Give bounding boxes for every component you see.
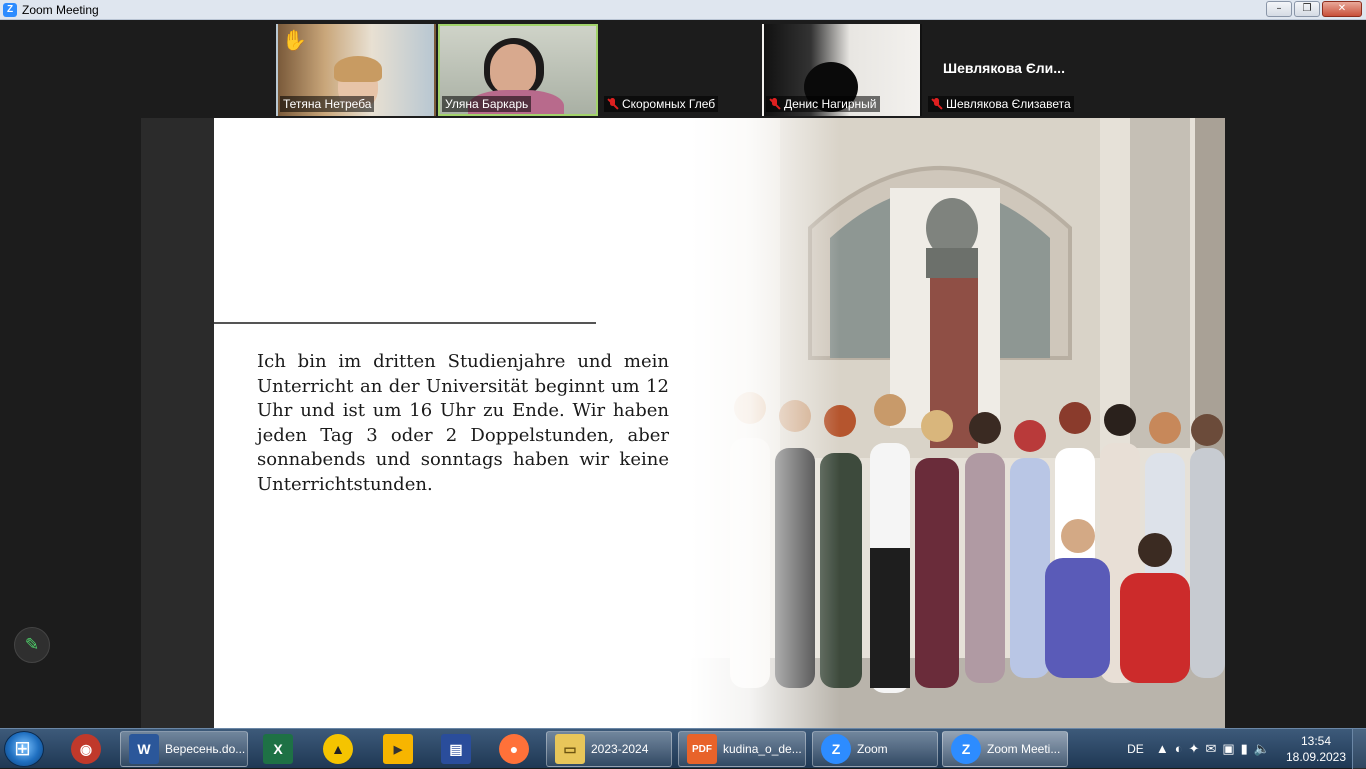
aimp-icon: ▲	[323, 734, 353, 764]
participant-hair	[334, 56, 382, 82]
pencil-icon: ✎	[24, 635, 40, 655]
signal-icon[interactable]: ▮	[1241, 741, 1248, 757]
clock-date: 18.09.2023	[1285, 750, 1347, 764]
app-icon: ◉	[71, 734, 101, 764]
shared-screen: Ich bin im dritten Studienjahre und mein…	[141, 118, 1225, 728]
raised-hand-icon: ✋	[282, 28, 307, 52]
window-controls: – ❐ ✕	[1266, 1, 1362, 17]
slide-divider	[214, 322, 596, 324]
window-title: Zoom Meeting	[22, 2, 99, 17]
window-titlebar: Z Zoom Meeting – ❐ ✕	[0, 0, 1366, 20]
mic-muted-icon	[769, 98, 780, 110]
taskbar-item-label: Zoom	[857, 742, 888, 756]
participant-name-label: Тетяна Нетреба	[280, 96, 375, 112]
show-desktop-button[interactable]	[1352, 729, 1366, 769]
taskbar-item-label: Zoom Meeti...	[987, 742, 1061, 756]
tray-app-icon[interactable]: ✦	[1189, 741, 1200, 757]
word-icon: W	[129, 734, 159, 764]
floppy-icon: ▤	[441, 734, 471, 764]
chevron-up-icon[interactable]: ▲	[1156, 741, 1169, 757]
taskbar-item-save[interactable]: ▤	[434, 731, 478, 767]
taskbar-item-excel[interactable]: X	[256, 731, 300, 767]
taskbar-item-label: 2023-2024	[591, 742, 649, 756]
clock-time: 13:54	[1300, 734, 1332, 748]
mic-muted-icon	[607, 98, 618, 110]
taskbar-item-folder[interactable]: ▭ 2023-2024	[546, 731, 672, 767]
taskbar-item-aimp[interactable]: ▲	[316, 731, 360, 767]
mail-icon[interactable]: ✉	[1205, 741, 1216, 757]
participant-tile[interactable]: Уляна Баркарь	[438, 24, 598, 116]
maximize-button[interactable]: ❐	[1294, 1, 1320, 17]
clock[interactable]: 13:54 18.09.2023	[1280, 733, 1352, 765]
taskbar-item-zoom[interactable]: Z Zoom	[812, 731, 938, 767]
zoom-icon: Z	[821, 734, 851, 764]
taskbar-item-firefox[interactable]: ●	[492, 731, 536, 767]
participant-tile[interactable]: Скоромных Глеб	[600, 24, 760, 116]
mic-muted-icon	[931, 98, 942, 110]
taskbar-item[interactable]: ◉	[64, 731, 108, 767]
photo-fade-overlay	[690, 118, 840, 728]
slide-paragraph: Ich bin im dritten Studienjahre und mein…	[257, 351, 669, 495]
system-tray: DE ▲ ◐ ✦ ✉ ▣ ▮ 🔈 13:54 18.09.2023	[1127, 729, 1366, 769]
volume-icon[interactable]: 🔈	[1254, 741, 1270, 757]
presentation-slide: Ich bin im dritten Studienjahre und mein…	[214, 118, 1225, 728]
taskbar-item-label: kudina_o_de...	[723, 742, 802, 756]
participant-strip: ✋ Тетяна Нетреба Уляна Баркарь Скоромных…	[276, 24, 1084, 116]
taskbar-item-zoom-meeting[interactable]: Z Zoom Meeti...	[942, 731, 1068, 767]
taskbar-item-player[interactable]: ▶	[376, 731, 420, 767]
participant-display-name: Шевлякова Єли...	[943, 60, 1065, 76]
zoom-logo-icon: Z	[3, 2, 17, 17]
taskbar-item-pdf[interactable]: PDF kudina_o_de...	[678, 731, 806, 767]
group-photo	[690, 118, 1225, 728]
tray-icons: ▲ ◐ ✦ ✉ ▣ ▮ 🔈	[1156, 741, 1270, 757]
annotate-pencil-button[interactable]: ✎	[14, 627, 50, 663]
windows-taskbar: ◉ W Вересень.do... X ▲ ▶ ▤ ● ▭ 2023-2024…	[0, 728, 1366, 769]
firefox-icon: ●	[499, 734, 529, 764]
participant-video	[490, 44, 536, 94]
participant-tile[interactable]: ✋ Тетяна Нетреба	[276, 24, 436, 116]
folder-icon: ▭	[555, 734, 585, 764]
participant-name-label: Уляна Баркарь	[442, 96, 532, 112]
close-button[interactable]: ✕	[1322, 1, 1362, 17]
participant-name-label: Скоромных Глеб	[604, 96, 719, 112]
excel-icon: X	[263, 734, 293, 764]
participant-name-label: Шевлякова Єлизавета	[928, 96, 1074, 112]
minimize-button[interactable]: –	[1266, 1, 1292, 17]
participant-tile[interactable]: Денис Нагирный	[762, 24, 922, 116]
meeting-area: ✋ Тетяна Нетреба Уляна Баркарь Скоромных…	[0, 20, 1366, 728]
language-indicator[interactable]: DE	[1127, 742, 1144, 756]
participant-tile[interactable]: Шевлякова Єли... Шевлякова Єлизавета	[924, 24, 1084, 116]
viber-icon[interactable]: ◐	[1175, 741, 1183, 757]
zoom-icon: Z	[951, 734, 981, 764]
pdf-icon: PDF	[687, 734, 717, 764]
usb-icon[interactable]: ▣	[1222, 741, 1234, 757]
taskbar-item-label: Вересень.do...	[165, 742, 246, 756]
participant-name-label: Денис Нагирный	[766, 96, 880, 112]
player-icon: ▶	[383, 734, 413, 764]
taskbar-item-word[interactable]: W Вересень.do...	[120, 731, 248, 767]
start-button[interactable]	[4, 731, 44, 767]
